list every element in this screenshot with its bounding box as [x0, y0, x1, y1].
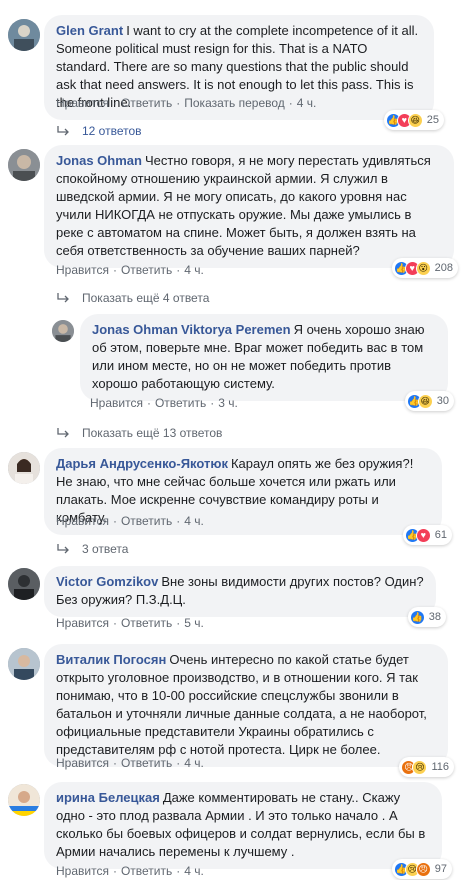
- timestamp[interactable]: 3 ч.: [218, 396, 238, 410]
- reply-arrow-icon: [57, 126, 69, 136]
- reaction-summary[interactable]: 👍 😢 😠 97: [391, 859, 452, 879]
- author-name[interactable]: Jonas Ohman: [92, 322, 178, 337]
- reply-jonas-ohman: Jonas Ohman Viktorya Peremen Я очень хорош…: [0, 312, 462, 442]
- reply-button[interactable]: Ответить: [121, 616, 172, 630]
- reply-button[interactable]: Ответить: [121, 864, 172, 878]
- timestamp[interactable]: 4 ч.: [184, 864, 204, 878]
- replies-count: 12 ответов: [82, 124, 142, 138]
- reply-arrow-icon: [57, 293, 69, 303]
- author-name[interactable]: ирина Белецкая: [56, 790, 160, 805]
- like-button[interactable]: Нравится: [56, 756, 109, 770]
- reply-arrow-icon: [57, 428, 69, 438]
- reaction-summary[interactable]: 👍 38: [407, 607, 446, 627]
- angry-icon: 😠: [415, 861, 431, 877]
- laugh-icon: 😆: [407, 112, 423, 128]
- reaction-count: 97: [434, 863, 447, 875]
- like-button[interactable]: Нравится: [56, 616, 109, 630]
- comment-actions: Нравится · Ответить · 5 ч.: [56, 616, 204, 630]
- comment-bubble: ирина Белецкая Даже комментировать не ста…: [44, 782, 452, 879]
- like-button[interactable]: Нравится: [90, 396, 143, 410]
- avatar[interactable]: [8, 568, 40, 600]
- show-translation-button[interactable]: Показать перевод: [184, 96, 285, 110]
- like-button[interactable]: Нравится: [56, 96, 109, 110]
- comment-bubble: Виталик Погосян Очень интересно по какой …: [44, 644, 454, 777]
- comment-bubble: Victor Gomzikov Вне зоны видимости других…: [44, 566, 446, 627]
- reply-arrow-icon: [57, 544, 69, 554]
- comment-bubble: Jonas Ohman Viktorya Peremen Я очень хорош…: [80, 314, 454, 411]
- timestamp[interactable]: 4 ч.: [184, 756, 204, 770]
- wow-icon: 😮: [415, 260, 431, 276]
- reaction-count: 25: [426, 114, 439, 126]
- more-replies-text: Показать ещё 4 ответа: [82, 291, 210, 305]
- reaction-summary[interactable]: 👍 ♥ 61: [402, 525, 452, 545]
- comment-actions: Нравится · Ответить · 4 ч.: [56, 864, 204, 878]
- more-replies-text: Показать ещё 13 ответов: [82, 426, 223, 440]
- comment-actions: Нравится · Ответить · 4 ч.: [56, 514, 204, 528]
- comment-glen-grant: Glen Grant I want to cry at the complete …: [0, 0, 462, 145]
- avatar[interactable]: [52, 320, 74, 342]
- comment-irina-beletskaya: ирина Белецкая Даже комментировать не ста…: [0, 780, 462, 880]
- author-name[interactable]: Виталик Погосян: [56, 652, 166, 667]
- comment-vitalik-pogosyan: Виталик Погосян Очень интересно по какой …: [0, 644, 462, 777]
- love-icon: ♥: [415, 527, 431, 543]
- reaction-count: 116: [431, 761, 449, 773]
- reply-button[interactable]: Ответить: [121, 96, 172, 110]
- reaction-count: 38: [428, 611, 441, 623]
- reply-button[interactable]: Ответить: [121, 514, 172, 528]
- author-name[interactable]: Victor Gomzikov: [56, 574, 158, 589]
- avatar[interactable]: [8, 784, 40, 816]
- comment-darya: Дарья Андрусенко-Якотюк Караул опять же б…: [0, 448, 462, 558]
- timestamp[interactable]: 5 ч.: [184, 616, 204, 630]
- view-more-replies-link[interactable]: Показать ещё 13 ответов: [56, 426, 222, 440]
- reaction-count: 30: [436, 395, 449, 407]
- reaction-count: 61: [434, 529, 447, 541]
- comment-actions: Нравится · Ответить · 3 ч.: [90, 396, 238, 410]
- avatar[interactable]: [8, 149, 40, 181]
- like-button[interactable]: Нравится: [56, 263, 109, 277]
- comment-text: Очень интересно по какой статье будет от…: [56, 652, 427, 757]
- comment-actions: Нравится · Ответить · Показать перевод · 4 ч.: [56, 96, 317, 110]
- author-name[interactable]: Дарья Андрусенко-Якотюк: [56, 456, 228, 471]
- timestamp[interactable]: 4 ч.: [184, 263, 204, 277]
- comment-victor-gomzikov: Victor Gomzikov Вне зоны видимости других…: [0, 566, 462, 636]
- reply-button[interactable]: Ответить: [121, 263, 172, 277]
- like-button[interactable]: Нравится: [56, 514, 109, 528]
- comment-actions: Нравится · Ответить · 4 ч.: [56, 756, 204, 770]
- tagged-user[interactable]: Viktorya Peremen: [181, 322, 291, 337]
- comment-jonas-ohman: Jonas Ohman Честно говоря, я не могу пере…: [0, 145, 462, 305]
- reaction-summary[interactable]: 😠 😢 116: [399, 757, 454, 777]
- comment-actions: Нравится · Ответить · 4 ч.: [56, 263, 204, 277]
- replies-count: 3 ответа: [82, 542, 129, 556]
- laugh-icon: 😆: [417, 393, 433, 409]
- comment-text: Честно говоря, я не могу перестать удивл…: [56, 153, 431, 258]
- view-replies-link[interactable]: 12 ответов: [56, 124, 142, 138]
- view-more-replies-link[interactable]: Показать ещё 4 ответа: [56, 291, 209, 305]
- reaction-count: 208: [434, 262, 453, 274]
- like-button[interactable]: Нравится: [56, 864, 109, 878]
- reply-button[interactable]: Ответить: [121, 756, 172, 770]
- comment-bubble: Jonas Ohman Честно говоря, я не могу пере…: [44, 145, 458, 278]
- reaction-summary[interactable]: 👍 ♥ 😆 25: [383, 110, 444, 130]
- reaction-summary[interactable]: 👍 😆 30: [404, 391, 454, 411]
- timestamp[interactable]: 4 ч.: [184, 514, 204, 528]
- avatar[interactable]: [8, 19, 40, 51]
- author-name[interactable]: Jonas Ohman: [56, 153, 142, 168]
- avatar[interactable]: [8, 452, 40, 484]
- view-replies-link[interactable]: 3 ответа: [56, 542, 128, 556]
- timestamp[interactable]: 4 ч.: [297, 96, 317, 110]
- like-icon: 👍: [409, 609, 425, 625]
- avatar[interactable]: [8, 648, 40, 680]
- reaction-summary[interactable]: 👍 ♥ 😮 208: [391, 258, 458, 278]
- reply-button[interactable]: Ответить: [155, 396, 206, 410]
- sad-icon: 😢: [412, 759, 428, 775]
- author-name[interactable]: Glen Grant: [56, 23, 123, 38]
